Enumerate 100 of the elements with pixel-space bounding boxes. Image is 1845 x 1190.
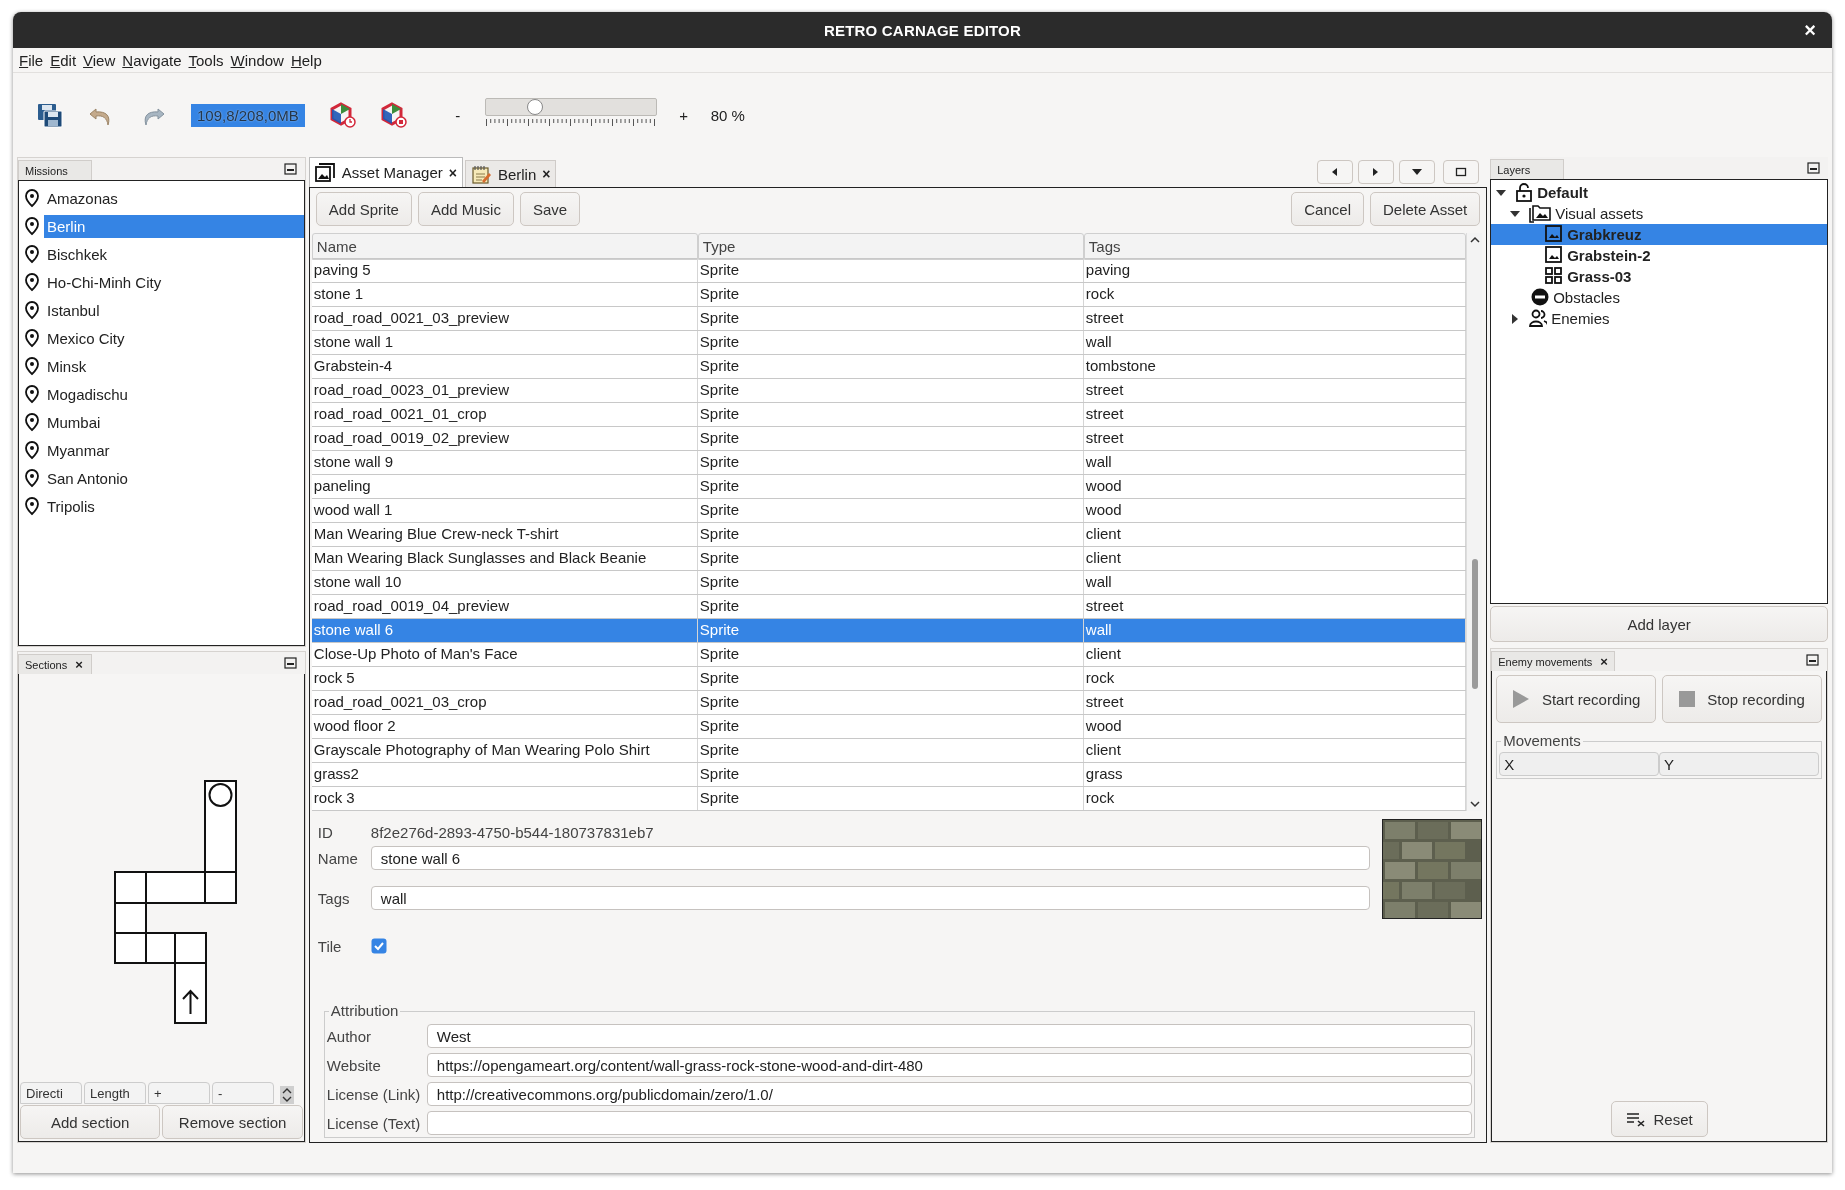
table-row[interactable]: road_road_0019_02_preview Sprite street	[311, 427, 1467, 452]
close-button[interactable]: ×	[1800, 19, 1820, 41]
add-layer-button[interactable]: Add layer	[1490, 606, 1828, 642]
slider-thumb[interactable]	[526, 98, 543, 115]
save-icon[interactable]	[35, 101, 63, 129]
panel-tab[interactable]: Missions	[18, 160, 92, 180]
table-row[interactable]: road_road_0021_01_crop Sprite street	[311, 403, 1467, 428]
toolbar-button[interactable]: Cancel	[1291, 192, 1364, 226]
column-header[interactable]: Directi	[20, 1082, 82, 1104]
table-row[interactable]: grass2 Sprite grass	[311, 763, 1467, 788]
scroll-right-button[interactable]	[1358, 160, 1395, 184]
minimize-icon[interactable]	[283, 657, 297, 669]
menu-item[interactable]: Edit	[50, 51, 77, 69]
mission-item[interactable]: San Antonio	[44, 466, 304, 490]
section-button[interactable]: Add section	[20, 1105, 161, 1139]
table-row[interactable]: stone 1 Sprite rock	[311, 283, 1467, 308]
table-row[interactable]: Man Wearing Blue Crew-neck T-shirt Sprite client	[311, 523, 1467, 548]
scroll-left-button[interactable]	[1317, 160, 1354, 184]
editor-tab[interactable]: Berlin ×	[464, 160, 557, 187]
mission-item[interactable]: Myanmar	[44, 438, 304, 462]
table-row[interactable]: Man Wearing Black Sunglasses and Black Beanie Sprite client	[311, 547, 1467, 572]
table-row[interactable]: wood wall 1 Sprite wood	[311, 499, 1467, 524]
zoom-slider[interactable]	[484, 97, 657, 127]
table-row[interactable]: road_road_0023_01_preview Sprite street	[311, 379, 1467, 404]
section-button[interactable]: Remove section	[162, 1105, 303, 1139]
table-row[interactable]: stone wall 10 Sprite wall	[311, 571, 1467, 596]
table-row[interactable]: paving 5 Sprite paving	[311, 259, 1467, 284]
menu-item[interactable]: View	[83, 51, 116, 69]
menu-item[interactable]: Tools	[188, 51, 224, 69]
tile-checkbox[interactable]	[370, 938, 387, 955]
tags-field[interactable]: wall	[370, 886, 1371, 911]
minimize-icon[interactable]	[283, 163, 297, 175]
table-row[interactable]: Grayscale Photography of Man Wearing Polo Shirt Sprite client	[311, 739, 1467, 764]
minimize-icon[interactable]	[1807, 162, 1820, 174]
menu-item[interactable]: Navigate	[122, 51, 182, 69]
table-row[interactable]: rock 5 Sprite rock	[311, 667, 1467, 692]
menu-item[interactable]: Window	[230, 51, 284, 69]
tab-list-button[interactable]	[1399, 160, 1436, 184]
tree-item[interactable]: Visual assets	[1491, 203, 1827, 224]
cube-stop-icon[interactable]	[379, 102, 407, 128]
text-field[interactable]	[426, 1111, 1473, 1135]
close-icon[interactable]: ×	[1600, 656, 1608, 668]
table-row[interactable]: stone wall 6 Sprite wall	[311, 619, 1467, 644]
table-row[interactable]: Close-Up Photo of Man's Face Sprite client	[311, 643, 1467, 668]
close-icon[interactable]: ×	[448, 164, 457, 181]
text-field[interactable]: https://opengameart.org/content/wall-grass-rock-stone-wood-and-dirt-480	[426, 1053, 1473, 1077]
text-field[interactable]: West	[426, 1024, 1473, 1048]
text-field[interactable]: http://creativecommons.org/publicdomain/zero/1.0/	[426, 1082, 1473, 1106]
table-row[interactable]: paneling Sprite wood	[311, 475, 1467, 500]
close-icon[interactable]: ×	[75, 659, 83, 671]
reset-button[interactable]: Reset	[1610, 1101, 1708, 1137]
column-header[interactable]: -	[212, 1082, 274, 1104]
column-header[interactable]: Length	[84, 1082, 146, 1104]
tree-item[interactable]: Enemies	[1491, 308, 1827, 329]
table-row[interactable]: Grabstein-4 Sprite tombstone	[311, 355, 1467, 380]
mission-item[interactable]: Istanbul	[44, 298, 304, 322]
table-row[interactable]: road_road_0021_03_crop Sprite street	[311, 691, 1467, 716]
panel-tab[interactable]: Enemy movements ×	[1491, 651, 1615, 671]
cube-clock-icon[interactable]	[328, 102, 356, 128]
mission-item[interactable]: Amazonas	[44, 186, 304, 210]
column-header[interactable]: X	[1499, 752, 1660, 776]
column-header[interactable]: +	[148, 1082, 210, 1104]
tree-item[interactable]: Grabstein-2	[1491, 245, 1827, 266]
tree-item[interactable]: Grass-03	[1491, 266, 1827, 287]
stop-recording-button[interactable]: Stop recording	[1662, 675, 1822, 723]
minimize-icon[interactable]	[1806, 654, 1819, 666]
mission-item[interactable]: Mexico City	[44, 326, 304, 350]
start-recording-button[interactable]: Start recording	[1496, 675, 1657, 723]
column-header[interactable]: Y	[1659, 752, 1819, 776]
name-field[interactable]: stone wall 6	[370, 846, 1371, 871]
toolbar-button[interactable]: Add Music	[417, 192, 514, 226]
table-row[interactable]: wood floor 2 Sprite wood	[311, 715, 1467, 740]
mission-item[interactable]: Minsk	[44, 354, 304, 378]
mission-item[interactable]: Bischkek	[44, 242, 304, 266]
tree-item[interactable]: Obstacles	[1491, 287, 1827, 308]
table-row[interactable]: stone wall 1 Sprite wall	[311, 331, 1467, 356]
column-header[interactable]: Type	[697, 233, 1084, 261]
column-header[interactable]: Name	[311, 233, 698, 261]
close-icon[interactable]: ×	[542, 166, 551, 182]
panel-tab[interactable]: Sections ×	[18, 654, 92, 674]
toolbar-button[interactable]: Save	[519, 192, 581, 226]
restore-button[interactable]	[1443, 160, 1480, 184]
mission-item[interactable]: Ho-Chi-Minh City	[44, 270, 304, 294]
spin-arrows-icon[interactable]	[280, 1086, 294, 1104]
table-row[interactable]: rock 3 Sprite rock	[311, 787, 1467, 812]
tree-item[interactable]: Grabkreuz	[1491, 224, 1827, 245]
tree-item[interactable]: Default	[1491, 182, 1827, 203]
editor-tab[interactable]: Asset Manager ×	[308, 157, 463, 187]
panel-tab[interactable]: Layers	[1490, 159, 1565, 179]
table-row[interactable]: road_road_0021_03_preview Sprite street	[311, 307, 1467, 332]
toolbar-button[interactable]: Add Sprite	[315, 192, 412, 226]
toolbar-button[interactable]: Delete Asset	[1369, 192, 1481, 226]
menu-item[interactable]: Help	[290, 51, 322, 69]
menu-item[interactable]: File	[19, 51, 44, 69]
mission-item[interactable]: Mogadischu	[44, 382, 304, 406]
mission-item[interactable]: Berlin	[44, 214, 304, 238]
table-row[interactable]: stone wall 9 Sprite wall	[311, 451, 1467, 476]
scrollbar-thumb[interactable]	[1471, 559, 1478, 690]
mission-item[interactable]: Tripolis	[44, 494, 304, 518]
mission-item[interactable]: Mumbai	[44, 410, 304, 434]
